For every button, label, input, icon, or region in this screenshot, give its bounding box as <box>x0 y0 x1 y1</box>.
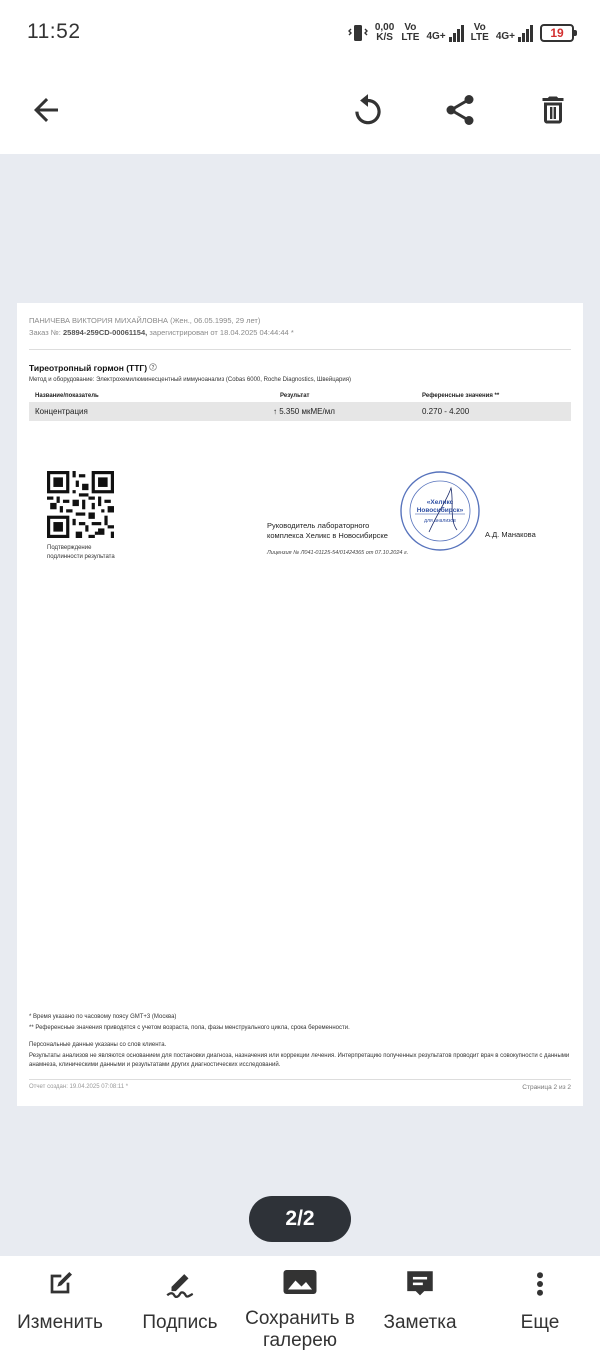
signature-label: Подпись <box>142 1312 218 1333</box>
stamp-line-1: «Хеликс <box>427 499 454 506</box>
row-result-value: 5.350 мкМЕ/мл <box>279 407 335 416</box>
net-speed: 0,00 K/S <box>375 23 394 43</box>
signer-name: А.Д. Манакова <box>485 530 536 539</box>
bottom-action-bar: Изменить Подпись Сохранить в галерею Зам… <box>0 1256 600 1352</box>
qr-caption-line-1: Подтверждение <box>47 545 92 551</box>
signal-1: 4G+ <box>426 24 464 42</box>
page-number: Страница 2 из 2 <box>522 1084 571 1091</box>
volte-1-bottom: LTE <box>401 32 420 43</box>
table-header-name: Название/показатель <box>35 393 99 399</box>
svg-text:?: ? <box>152 365 155 371</box>
save-to-gallery-label: Сохранить в галерею <box>245 1308 355 1351</box>
order-info: Заказ №: 25894-259CD-00061154, зарегистр… <box>29 328 294 337</box>
more-label: Еще <box>520 1312 560 1333</box>
divider-bottom <box>29 1079 571 1080</box>
order-prefix: Заказ №: <box>29 328 61 337</box>
order-suffix: зарегистрирован от 18.04.2025 04:44:44 * <box>149 328 294 337</box>
row-reference: 0.270 - 4.200 <box>422 407 470 416</box>
vibrate-icon <box>347 25 368 41</box>
signature-icon <box>160 1264 200 1304</box>
back-button[interactable] <box>20 84 72 136</box>
volte-2-bottom: LTE <box>470 32 489 43</box>
status-icons: 0,00 K/S Vo LTE 4G+ Vo LTE 4G+ 19 <box>347 20 577 46</box>
high-arrow-icon: ↑ <box>273 407 277 416</box>
share-button[interactable] <box>434 84 486 136</box>
rotate-icon <box>355 94 381 125</box>
info-icon: ? <box>149 363 158 371</box>
delete-button[interactable] <box>527 84 579 136</box>
network-type-2: 4G+ <box>495 31 515 42</box>
signature-button[interactable]: Подпись <box>130 1264 230 1352</box>
net-speed-unit: K/S <box>376 32 393 43</box>
footnote-2: ** Референсные значения приводятся с уче… <box>29 1025 350 1031</box>
status-time: 11:52 <box>27 20 81 43</box>
network-type-1: 4G+ <box>426 31 446 42</box>
row-name: Концентрация <box>35 407 88 416</box>
qr-caption-line-2: подлинности результата <box>47 554 115 560</box>
test-method: Метод и оборудование: Электрохемилюминес… <box>29 377 351 383</box>
note-button[interactable]: Заметка <box>370 1264 470 1352</box>
share-icon <box>446 95 474 125</box>
trash-icon <box>542 96 564 124</box>
footnote-1: * Время указано по часовому поясу GMT+3 … <box>29 1014 177 1020</box>
rotate-button[interactable] <box>342 84 394 136</box>
signal-bars-1-icon <box>448 24 464 42</box>
signal-bars-2-icon <box>518 24 533 42</box>
footnote-4: Результаты анализов не являются основани… <box>29 1053 570 1068</box>
document-viewer[interactable]: ПАНИЧЕВА ВИКТОРИЯ МИХАЙЛОВНА (Жен., 06.0… <box>0 154 600 1256</box>
stamp-line-3: для анализов <box>424 518 456 524</box>
row-result: ↑ 5.350 мкМЕ/мл <box>273 407 335 416</box>
test-title: Тиреотропный гормон (ТТГ) ? <box>29 363 158 373</box>
volte-2: Vo LTE <box>471 23 489 43</box>
order-number: 25894-259CD-00061154, <box>62 328 148 337</box>
status-bar: 11:52 0,00 K/S Vo LTE 4G+ Vo LTE 4G+ 19 <box>0 0 600 66</box>
edit-label: Изменить <box>17 1312 103 1333</box>
footnote-3: Персональные данные указаны со слов клие… <box>29 1042 167 1048</box>
signal-2: 4G+ <box>496 24 533 42</box>
table-header-result: Результат <box>280 393 310 399</box>
edit-button[interactable]: Изменить <box>10 1264 110 1352</box>
volte-1: Vo LTE <box>401 23 419 43</box>
qr-caption: Подтверждение подлинности результата <box>47 544 167 562</box>
report-created: Отчет создан: 19.04.2025 07:08:11 * <box>29 1084 129 1090</box>
more-button[interactable]: Еще <box>490 1264 590 1352</box>
image-icon <box>280 1264 320 1300</box>
page-indicator: 2/2 <box>249 1196 351 1242</box>
battery-icon: 19 <box>540 24 577 42</box>
viewer-toolbar <box>0 66 600 154</box>
test-title-text: Тиреотропный гормон (ТТГ) <box>29 363 148 373</box>
note-icon <box>400 1264 440 1304</box>
stamp-seal: «Хеликс Новосибирск» для анализов <box>400 471 480 551</box>
table-header-reference: Референсные значения ** <box>422 393 500 399</box>
license: Лицензия № Л041-01125-54/01424365 от 07.… <box>267 550 409 556</box>
document-page: ПАНИЧЕВА ВИКТОРИЯ МИХАЙЛОВНА (Жен., 06.0… <box>17 303 583 1106</box>
qr-code-icon[interactable] <box>47 471 114 538</box>
patient-info: ПАНИЧЕВА ВИКТОРИЯ МИХАЙЛОВНА (Жен., 06.0… <box>29 316 261 325</box>
edit-icon <box>40 1264 80 1304</box>
note-label: Заметка <box>383 1312 457 1333</box>
save-to-gallery-button[interactable]: Сохранить в галерею <box>236 1264 364 1352</box>
arrow-left-icon <box>34 98 58 122</box>
divider <box>29 349 571 350</box>
more-icon <box>520 1264 560 1304</box>
